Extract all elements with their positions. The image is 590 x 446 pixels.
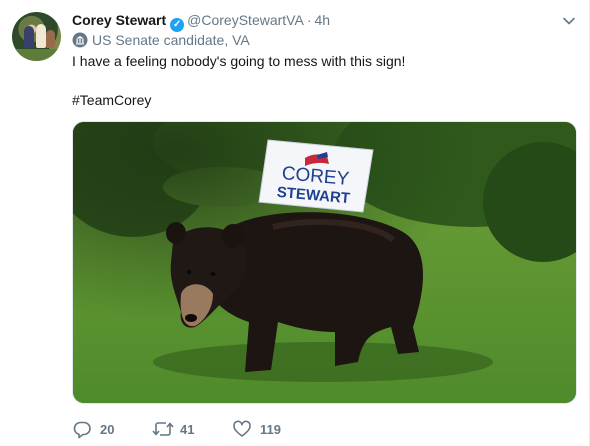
tweet-hashtag[interactable]: #TeamCorey xyxy=(72,91,151,110)
chevron-down-icon[interactable] xyxy=(562,14,576,28)
account-label: US Senate candidate, VA xyxy=(72,31,250,49)
author-name[interactable]: Corey Stewart xyxy=(72,12,166,28)
campaign-sign: COREY STEWART xyxy=(258,139,374,213)
tweet-timestamp[interactable]: 4h xyxy=(314,12,330,28)
author-avatar[interactable] xyxy=(12,12,61,61)
heart-icon xyxy=(233,420,251,437)
tweet-card[interactable]: Corey Stewart ✓ @CoreyStewartVA · 4h US Sena… xyxy=(0,0,590,446)
avatar-figure xyxy=(24,26,34,48)
bear-eye xyxy=(210,272,216,276)
avatar-figure xyxy=(46,30,55,48)
tweet-photo[interactable]: COREY STEWART xyxy=(72,121,577,404)
bear-nose xyxy=(185,314,197,322)
account-label-text: US Senate candidate, VA xyxy=(92,32,250,48)
reply-count: 20 xyxy=(100,422,115,437)
bear-ear xyxy=(222,224,244,248)
avatar-figure xyxy=(36,24,46,48)
retweet-icon xyxy=(152,422,174,436)
tweet-header: Corey Stewart ✓ @CoreyStewartVA · 4h xyxy=(72,11,330,32)
reply-button[interactable]: 20 xyxy=(72,419,132,439)
reply-icon xyxy=(73,421,91,439)
header-separator: · xyxy=(306,12,312,28)
avatar-ground xyxy=(12,49,61,61)
verified-badge-icon: ✓ xyxy=(170,18,185,32)
government-building-icon xyxy=(72,32,88,48)
bear-eye xyxy=(186,270,192,274)
retweet-button[interactable]: 41 xyxy=(152,419,212,439)
retweet-count: 41 xyxy=(180,422,195,437)
tweet-text: I have a feeling nobody's going to mess … xyxy=(72,53,406,69)
bear-ear xyxy=(166,222,186,244)
like-button[interactable]: 119 xyxy=(232,419,302,439)
author-handle[interactable]: @CoreyStewartVA xyxy=(187,12,304,28)
like-count: 119 xyxy=(260,422,281,437)
